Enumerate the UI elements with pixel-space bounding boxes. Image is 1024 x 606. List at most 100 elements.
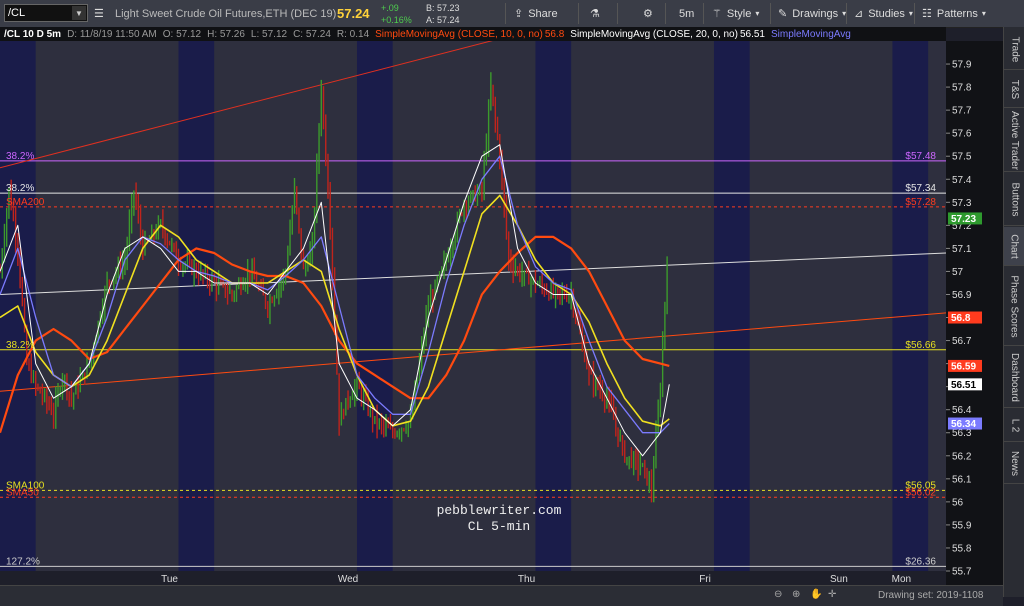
sma-more-legend: SimpleMovingAvg [770,28,851,40]
bar-low: L: 57.12 [250,28,288,40]
pencil-icon: ✎ [778,8,788,20]
badge-last-label: 57.23 [951,214,976,225]
fib-bottom-left-label: 127.2% [6,556,40,567]
last-price: 57.24 [337,6,370,21]
sidebar-tab-label: Trade [1009,36,1021,62]
sma10-value: 56.8 [544,28,565,40]
patterns-icon: ☷ [922,8,932,20]
bar-high: H: 57.26 [207,28,245,40]
gear-icon[interactable]: ⚙ [643,0,653,27]
toolbar: /CL ▼ ☰ Light Sweet Crude Oil Futures,ET… [0,0,1024,28]
price-tick-label: 55.7 [952,567,972,578]
style-button[interactable]: ⚚ Style ▾ [712,0,759,27]
time-axis: Tue Wed Thu Fri Sun Mon [0,571,946,585]
time-label: Wed [338,574,358,585]
sidebar-tab-phase-scores[interactable]: Phase Scores [1004,267,1024,346]
magnify-plus-icon[interactable]: ⊕ [792,589,800,600]
fib-38-upper-left-label: 38.2% [6,151,34,162]
bar-open: O: 57.12 [162,28,202,40]
price-tick-label: 57.6 [952,129,972,140]
sidebar-tab-label: T&S [1008,79,1020,99]
sidebar-tab-t-s[interactable]: T&S [1004,71,1024,108]
bar-range: R: 0.14 [336,28,370,40]
sma200-line-right-label: $57.28 [905,197,936,208]
chevron-down-icon: ▾ [981,9,986,18]
symbol-input[interactable]: /CL ▼ [4,4,88,22]
fib-38-upper-right-label: $57.48 [905,151,936,162]
fib-38-lower-left-label: 38.2% [6,340,34,351]
night-band [0,41,36,585]
time-label: Mon [892,574,911,585]
studies-button[interactable]: ⊿ Studies ▾ [854,0,913,27]
bar-date: D: 11/8/19 11:50 AM [67,28,157,40]
fib-38-lower-right-label: $56.66 [905,340,936,351]
sidebar-tab-label: Phase Scores [1009,274,1021,338]
time-axis-background [0,571,946,585]
night-band [178,41,215,585]
badge-sma50-label: 56.34 [951,419,976,430]
bar-close: C: 57.24 [293,28,331,40]
sidebar-tab-label: Buttons [1009,182,1021,216]
sidebar-tab-label: L 2 [1009,418,1020,432]
sidebar-tab-label: Dashboard [1009,352,1021,402]
status-bar: ⊖ ⊕ ✋ ✛ Drawing set: 2019-1108 [0,585,1003,606]
price-tick-label: 57.3 [952,198,972,209]
price-tick-label: 57.9 [952,60,972,71]
sidebar-tab-label: Chart [1009,233,1021,259]
price-tick-label: 57.7 [952,106,972,117]
sma20-legend: SimpleMovingAvg (CLOSE, 20, 0, no) [570,28,738,40]
night-band [356,41,393,585]
instrument-description: Light Sweet Crude Oil Futures,ETH (DEC 1… [115,7,337,20]
price-tick-label: 56.7 [952,336,972,347]
share-button[interactable]: ⇪ Share [514,0,558,27]
sidebar-tab-active-trader[interactable]: Active Trader [1004,109,1024,172]
right-sidebar: Trade T&S Active Trader Buttons Chart Phase S… [1003,27,1024,597]
sidebar-tab-trade[interactable]: Trade [1004,29,1024,70]
price-tick-label: 56.1 [952,474,972,485]
price-tick-label: 57.1 [952,244,972,255]
price-tick-label: 57 [952,267,964,278]
list-icon[interactable]: ☰ [94,0,104,27]
time-label: Sun [830,574,848,585]
sidebar-tab-label: Active Trader [1009,110,1021,170]
fib-bottom-right-label: $26.36 [905,556,936,567]
price-tick-label: 56.4 [952,405,972,416]
price-tick-label: 57.8 [952,83,972,94]
price-chart[interactable]: 55.755.855.95656.156.256.356.456.556.656… [0,41,1003,585]
chevron-down-icon: ▾ [755,9,760,18]
price-tick-label: 56.9 [952,290,972,301]
sidebar-tab-news[interactable]: News [1004,443,1024,484]
drawing-set-label: Drawing set: 2019-1108 [878,590,984,601]
price-tick-label: 55.8 [952,543,972,554]
price-tick-label: 56 [952,497,964,508]
studies-icon: ⊿ [854,8,864,20]
crosshair-icon[interactable]: ✛ [828,589,836,600]
magic-wand-icon: ⚚ [712,8,722,20]
chart-symbol: /CL 10 D 5m [4,28,62,40]
sma50-line-right-label: $56.02 [905,487,936,498]
patterns-button[interactable]: ☷ Patterns ▾ [922,0,986,27]
sidebar-tab-chart[interactable]: Chart [1004,227,1024,266]
badge-sma20-label: 56.51 [951,380,976,391]
price-tick-label: 55.9 [952,520,972,531]
flask-icon[interactable]: ⚗ [590,0,600,27]
sma10-legend: SimpleMovingAvg (CLOSE, 10, 0, no) [375,28,543,40]
sidebar-tab-dashboard[interactable]: Dashboard [1004,347,1024,408]
magnify-minus-icon[interactable]: ⊖ [774,589,782,600]
chevron-down-icon: ▾ [908,9,913,18]
sma20-value: 56.51 [739,28,765,40]
fib-38-mid-right-label: $57.34 [905,183,936,194]
sma200-line-left-label: SMA200 [6,197,45,208]
timeframe-button[interactable]: 5m [679,0,694,27]
badge-sma200-label: 56.59 [951,361,976,372]
chevron-down-icon[interactable]: ▼ [72,6,86,20]
watermark-line-1: pebblewriter.com [437,503,562,518]
price-tick-label: 57.4 [952,175,972,186]
time-label: Tue [161,574,178,585]
sidebar-tab-l-2[interactable]: L 2 [1004,409,1024,442]
drawings-button[interactable]: ✎ Drawings ▾ [778,0,846,27]
share-icon: ⇪ [514,8,524,20]
hand-icon[interactable]: ✋ [810,589,822,600]
sidebar-tab-buttons[interactable]: Buttons [1004,173,1024,226]
fib-38-mid-left-label: 38.2% [6,183,34,194]
